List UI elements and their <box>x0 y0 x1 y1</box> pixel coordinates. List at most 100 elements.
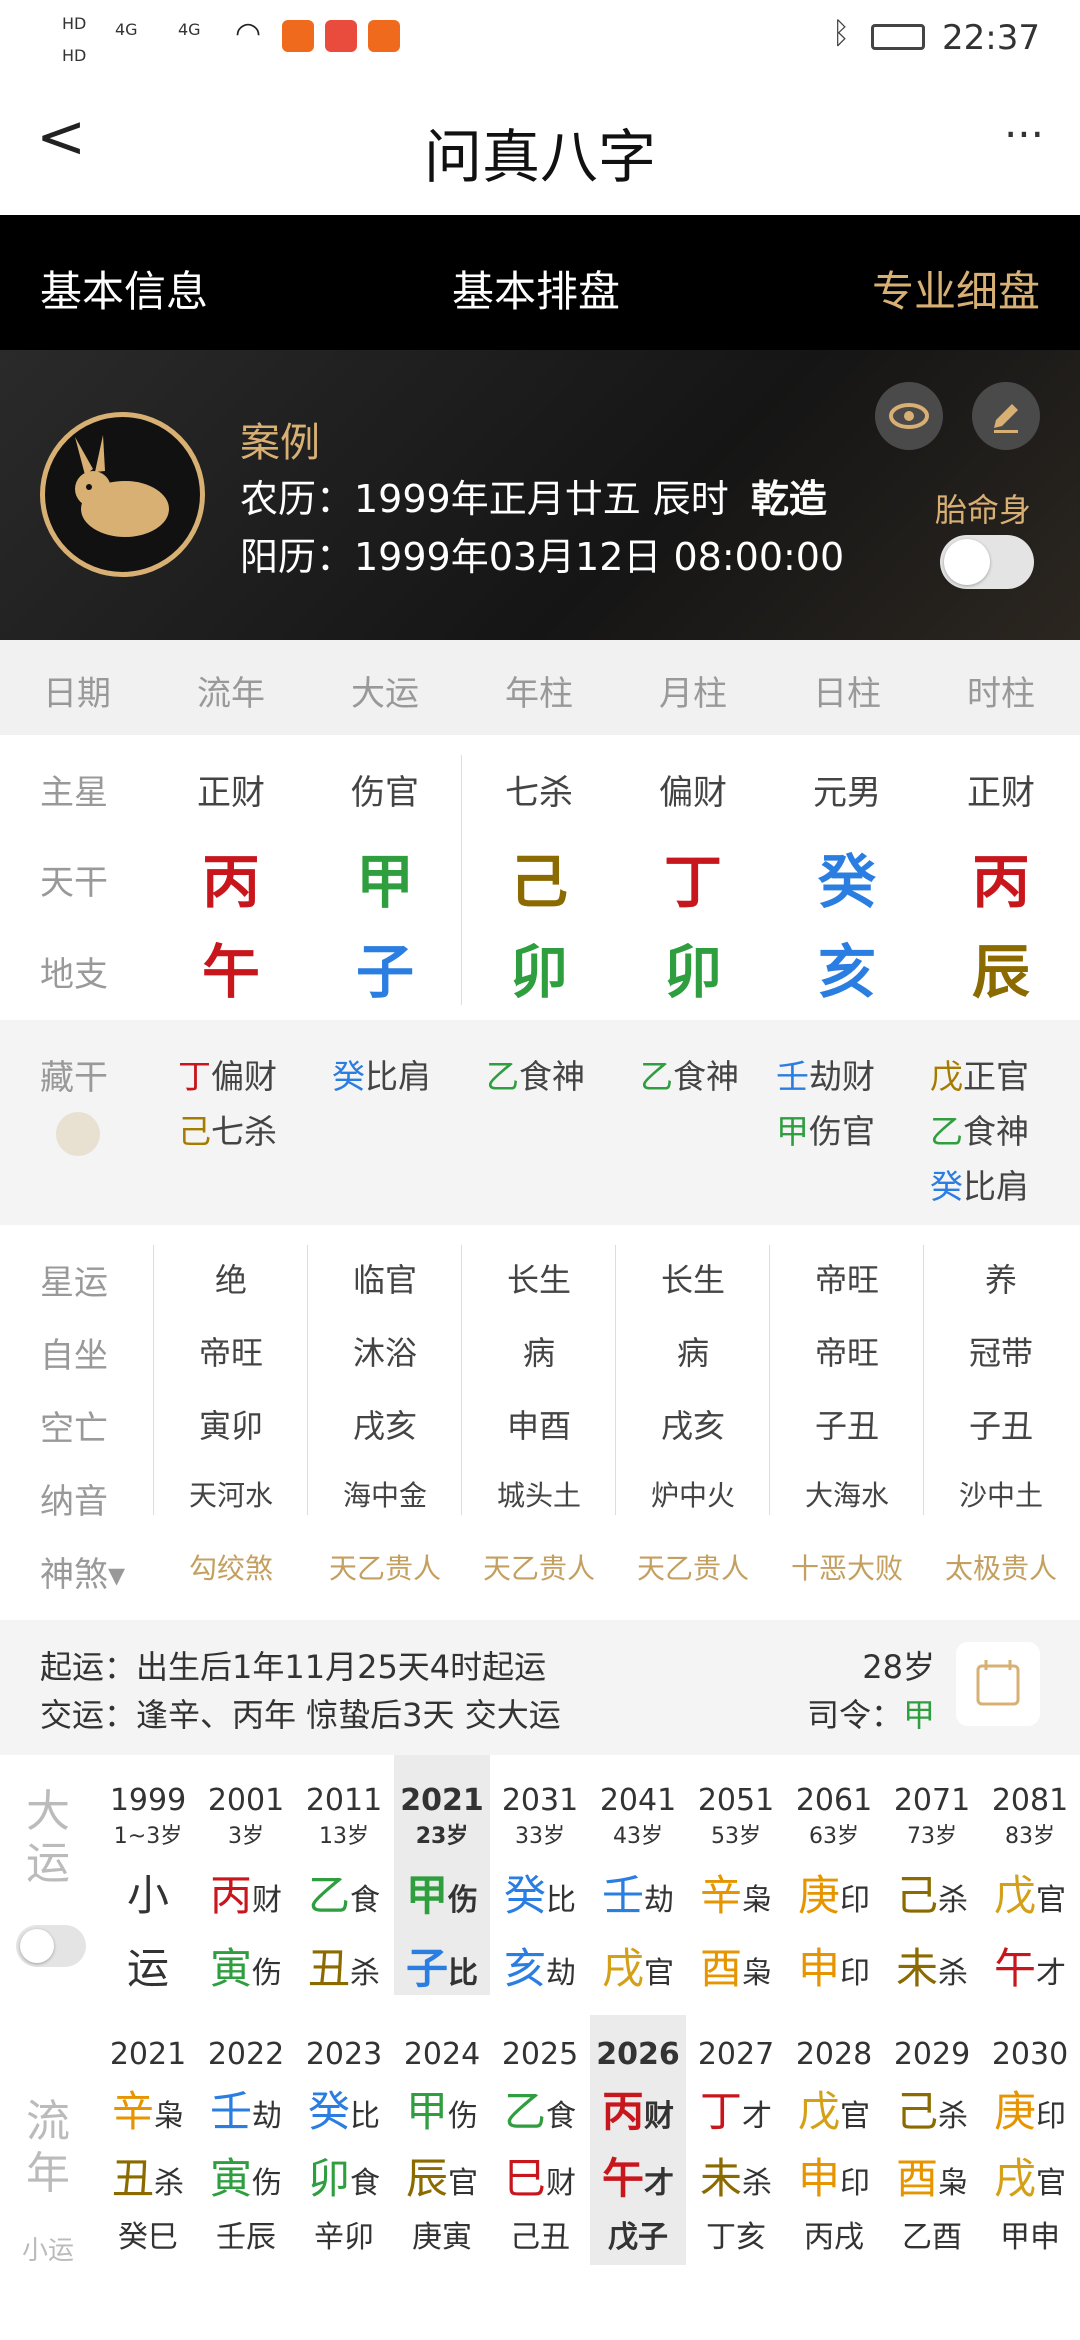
dayun-char: 甲 <box>405 1871 448 1920</box>
cell-ny: 大海水 <box>804 1479 889 1512</box>
dayun-ganzhi: 乙食 <box>296 1862 392 1923</box>
canggan-god: 食神 <box>963 1112 1029 1151</box>
pin-icon[interactable] <box>56 1112 100 1156</box>
liunian-ganzhi: 午才 <box>590 2145 686 2206</box>
main-star: 伤官 <box>351 773 419 813</box>
canggan-item: 癸比肩 <box>332 1050 431 1098</box>
liunian-col[interactable]: 2024 甲伤 辰官 庚寅 <box>394 2015 490 2265</box>
tiangan-char: 丙 <box>201 848 260 916</box>
dayun-god: 杀 <box>938 1956 968 1991</box>
liunian-col-current[interactable]: 2026 丙财 午才 戊子 <box>590 2015 686 2265</box>
cell-ny: 海中金 <box>342 1479 427 1512</box>
tab-basic-chart[interactable]: 基本排盘 <box>452 258 620 319</box>
xiaoyun-ganzhi: 癸巳 <box>118 2220 178 2255</box>
dayun-toggle[interactable] <box>16 1925 86 1967</box>
canggan-stem: 乙 <box>640 1057 673 1096</box>
dayun-col[interactable]: 2031 33岁 癸比 亥劫 <box>492 1755 588 1995</box>
dayun-col-current[interactable]: 2021 23岁 甲伤 子比 <box>394 1755 490 1995</box>
dayun-col[interactable]: 1999 1~3岁小运 <box>100 1755 196 1995</box>
toggle-knob <box>944 539 990 585</box>
col-month: 月柱 <box>659 674 727 714</box>
liunian-col[interactable]: 2030 庚印 戌官 甲申 <box>982 2015 1078 2265</box>
liunian-char: 乙 <box>503 2087 546 2136</box>
xiaoyun-ganzhi: 辛卯 <box>314 2220 374 2255</box>
status-bar: HD HD 4G 4G ◠ ᛒ 22:37 <box>0 0 1080 80</box>
main-star: 正财 <box>197 773 265 813</box>
dayun-ganzhi: 丑杀 <box>296 1935 392 1996</box>
dayun-char: 壬 <box>601 1871 644 1920</box>
dayun-year: 2071 <box>893 1783 971 1818</box>
dayun-char: 癸 <box>503 1871 546 1920</box>
dizhi-char: 午 <box>201 938 260 1006</box>
dayun-col[interactable]: 2081 83岁 戊官 午才 <box>982 1755 1078 1995</box>
row-label-zizuo: 自坐 <box>40 1336 108 1376</box>
dayun-year: 2001 <box>207 1783 285 1818</box>
dayun-col[interactable]: 2011 13岁 乙食 丑杀 <box>296 1755 392 1995</box>
cell-xy: 长生 <box>506 1261 571 1299</box>
taiming-toggle[interactable] <box>940 535 1034 589</box>
tab-basic-info[interactable]: 基本信息 <box>40 258 208 319</box>
liunian-col[interactable]: 2022 壬劫 寅伤 壬辰 <box>198 2015 294 2265</box>
liunian-god: 枭 <box>938 2166 968 2201</box>
liunian-ganzhi: 丑杀 <box>100 2145 196 2206</box>
edit-button[interactable] <box>972 382 1040 450</box>
liunian-col[interactable]: 2023 癸比 卯食 辛卯 <box>296 2015 392 2265</box>
dayun-col[interactable]: 2071 73岁 己杀 未杀 <box>884 1755 980 1995</box>
cell-ss: 十恶大败 <box>790 1552 903 1585</box>
dayun-ganzhi: 运 <box>100 1935 196 1996</box>
dizhi-char: 辰 <box>971 938 1030 1006</box>
toggle-knob <box>20 1929 54 1963</box>
tiangan-char: 甲 <box>355 848 414 916</box>
liunian-col[interactable]: 2029 己杀 酉枭 乙酉 <box>884 2015 980 2265</box>
dizhi-char: 子 <box>355 938 414 1006</box>
tab-pro-chart[interactable]: 专业细盘 <box>872 258 1040 319</box>
dayun-age: 53岁 <box>711 1824 761 1849</box>
canggan-god: 偏财 <box>211 1057 277 1096</box>
dayun-char: 小 <box>126 1871 169 1920</box>
cell-xy: 绝 <box>214 1261 247 1299</box>
cell-ss: 勾绞煞 <box>188 1552 273 1585</box>
dayun-ganzhi: 申印 <box>786 1935 882 1996</box>
dayun-ganzhi: 戊官 <box>982 1862 1078 1923</box>
main-star: 元男 <box>813 773 881 813</box>
dayun-char: 丙 <box>209 1871 252 1920</box>
app-icon-3 <box>368 20 400 52</box>
col-day: 日柱 <box>813 674 881 714</box>
cell-kw: 戌亥 <box>660 1407 725 1445</box>
liunian-col[interactable]: 2025 乙食 巳财 己丑 <box>492 2015 588 2265</box>
liunian-god: 杀 <box>742 2166 772 2201</box>
dayun-god: 劫 <box>546 1956 576 1991</box>
signal-icon: 4G <box>115 20 138 39</box>
calendar-button[interactable] <box>956 1642 1040 1726</box>
liunian-char: 甲 <box>405 2087 448 2136</box>
row-label-shensha[interactable]: 神煞▾ <box>40 1547 125 1596</box>
dayun-char: 寅 <box>209 1944 252 1993</box>
dayun-col[interactable]: 2001 3岁 丙财 寅伤 <box>198 1755 294 1995</box>
col-year: 年柱 <box>505 674 573 714</box>
qiyun-line2: 交运：逢辛、丙年 惊蛰后3天 交大运 <box>40 1696 561 1734</box>
dayun-god: 比 <box>448 1956 478 1991</box>
dayun-col[interactable]: 2041 43岁 壬劫 戌官 <box>590 1755 686 1995</box>
app-icon <box>282 20 314 52</box>
dayun-label-2: 运 <box>26 1838 70 1889</box>
tiangan-char: 癸 <box>817 848 876 916</box>
dayun-col[interactable]: 2061 63岁 庚印 申印 <box>786 1755 882 1995</box>
dayun-col[interactable]: 2051 53岁 辛枭 酉枭 <box>688 1755 784 1995</box>
dayun-char: 辛 <box>699 1871 742 1920</box>
row-label-xingyun: 星运 <box>40 1263 108 1303</box>
xiaoyun-ganzhi: 甲申 <box>1000 2220 1060 2255</box>
dayun-char: 子 <box>405 1944 448 1993</box>
clock: 22:37 <box>942 18 1040 58</box>
dayun-ganzhi: 戌官 <box>590 1935 686 1996</box>
eye-button[interactable] <box>875 382 943 450</box>
dayun-char: 己 <box>895 1871 938 1920</box>
dayun-ganzhi: 壬劫 <box>590 1862 686 1923</box>
liunian-ganzhi: 戊官 <box>786 2078 882 2139</box>
liunian-ganzhi: 巳财 <box>492 2145 588 2206</box>
dayun-year: 1999 <box>109 1783 187 1818</box>
canggan-item: 乙食神 <box>640 1050 739 1098</box>
liunian-col[interactable]: 2021 辛枭 丑杀 癸巳 <box>100 2015 196 2265</box>
liunian-col[interactable]: 2028 戊官 申印 丙戌 <box>786 2015 882 2265</box>
liunian-col[interactable]: 2027 丁才 未杀 丁亥 <box>688 2015 784 2265</box>
more-icon[interactable]: ··· <box>1004 110 1044 159</box>
